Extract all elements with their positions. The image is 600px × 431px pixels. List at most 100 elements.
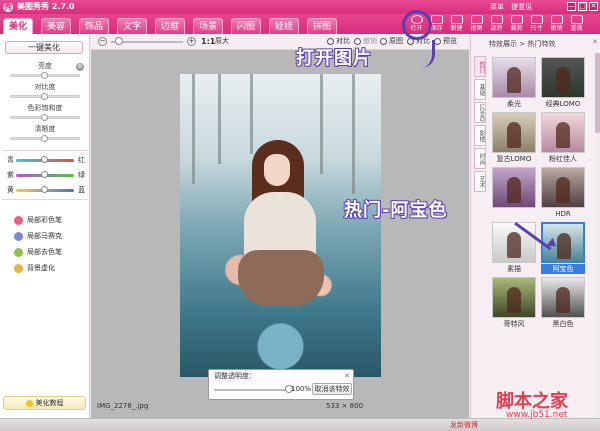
thumbnail-figure	[556, 287, 570, 313]
contrast-knob[interactable]	[41, 93, 48, 100]
saturation-slider[interactable]	[10, 114, 80, 121]
photo-tree	[250, 74, 253, 154]
background-blur[interactable]: 背景虚化	[14, 262, 55, 274]
brightness-label: 亮度	[38, 62, 52, 70]
tab-doll[interactable]: 娃娃	[269, 18, 300, 34]
zoom-in-button[interactable]: +	[187, 37, 196, 46]
contrast-label: 对比度	[34, 83, 56, 91]
saturation-knob[interactable]	[41, 114, 48, 121]
local-mosaic[interactable]: 局部马赛克	[14, 230, 62, 242]
effect-thumbnail	[541, 112, 585, 153]
photo-girl-face	[264, 154, 290, 186]
crop-button[interactable]: 裁剪	[508, 15, 525, 35]
app-window: 秀 美图秀秀 2.7.0 菜单 提意见 — □ ✕ 美化 美容 饰品 文字 边框…	[0, 0, 600, 431]
brightness-knob[interactable]	[41, 72, 48, 79]
undo-button[interactable]: 撤销	[548, 15, 565, 35]
tab-accessories[interactable]: 饰品	[79, 18, 110, 34]
side-tab-lomo[interactable]: LOMO	[474, 102, 486, 123]
yellow-label: 黄	[7, 186, 14, 194]
tab-frame[interactable]: 边框	[155, 18, 186, 34]
effect-retro-lomo[interactable]: 复古LOMO	[492, 112, 536, 164]
side-tab-fashion[interactable]: 时尚	[474, 148, 486, 169]
side-tab-hot[interactable]: 热门	[474, 56, 486, 77]
minimize-button[interactable]: —	[567, 2, 576, 11]
original-image-icon	[380, 37, 387, 45]
opacity-slider[interactable]	[214, 389, 289, 391]
redo-icon	[570, 15, 583, 24]
menu-link[interactable]: 菜单	[490, 3, 504, 11]
effect-classic-lomo[interactable]: 经典LOMO	[541, 57, 585, 109]
photo-preview[interactable]	[180, 74, 381, 377]
opacity-panel: 调整透明度： ✕ 100% 取消该特效	[208, 369, 354, 400]
effects-close-icon[interactable]: ✕	[592, 38, 598, 47]
preview-control[interactable]: 预览	[434, 36, 457, 47]
maximize-button[interactable]: □	[578, 2, 587, 11]
feedback-link[interactable]: 提意见	[511, 3, 532, 11]
purple-green-slider[interactable]	[16, 171, 74, 178]
saturation-label: 色彩饱和度	[27, 104, 63, 112]
weibo-link[interactable]: 发新微博	[450, 421, 478, 430]
zoom-out-button[interactable]: −	[98, 37, 107, 46]
cutout-button[interactable]: 抠图	[468, 15, 485, 35]
local-desaturate-pen[interactable]: 局部去色笔	[14, 246, 62, 258]
local-color-pen[interactable]: 局部彩色笔	[14, 214, 62, 226]
zoom-knob[interactable]	[114, 37, 123, 45]
tab-beauty[interactable]: 美化	[3, 18, 34, 34]
side-tab-basic[interactable]: 基础	[474, 79, 486, 100]
effect-pink-lady[interactable]: 粉红佳人	[541, 112, 585, 164]
tab-face[interactable]: 美容	[41, 18, 72, 34]
annotation-hot-abao: 热门-阿宝色	[343, 199, 448, 222]
effect-gothic[interactable]: 哥特风	[492, 277, 536, 329]
image-dimensions: 533 × 800	[326, 402, 364, 410]
app-title: 美图秀秀 2.7.0	[17, 2, 75, 11]
thumbnail-figure	[557, 233, 571, 259]
tab-text[interactable]: 文字	[117, 18, 148, 34]
side-tab-studio[interactable]: 影楼	[474, 125, 486, 146]
cyan-red-slider[interactable]	[16, 156, 74, 163]
sharpness-knob[interactable]	[41, 135, 48, 142]
sharpness-slider[interactable]	[10, 135, 80, 142]
effect-hdr[interactable]: HDR	[541, 167, 585, 219]
opacity-close-icon[interactable]: ✕	[344, 372, 350, 380]
redo-button[interactable]: 重做	[568, 15, 585, 35]
effect-thumbnail	[492, 277, 536, 318]
original-size-button[interactable]: 原大	[215, 36, 229, 47]
effect-thumbnail	[492, 112, 536, 153]
purple-green-knob[interactable]	[41, 171, 48, 178]
thumbnail-figure	[507, 177, 521, 203]
brightness-slider[interactable]	[10, 72, 80, 79]
original-image-control[interactable]: 原图	[380, 36, 403, 47]
left-panel: 一键美化 ⚙ 亮度 对比度 色彩饱和度 清晰度 青 红 紫 绿 黄 蓝 局部彩色…	[0, 34, 90, 418]
tutorial-button[interactable]: 美化教程	[3, 396, 86, 410]
cyan-red-row: 青 红	[2, 155, 88, 166]
effect-black-white[interactable]: 黑白色	[541, 277, 585, 329]
purple-green-row: 紫 绿	[2, 170, 88, 181]
side-tab-art[interactable]: 艺术	[474, 171, 486, 192]
effect-sketch[interactable]: 素描	[492, 222, 536, 274]
cyan-red-knob[interactable]	[41, 156, 48, 163]
effect-thumbnail	[541, 167, 585, 208]
thumbnail-figure	[507, 122, 521, 148]
resize-button[interactable]: 尺寸	[528, 15, 545, 35]
open-highlight-circle	[402, 10, 432, 40]
tab-flash[interactable]: 闪图	[231, 18, 262, 34]
top-links: 菜单 提意见	[490, 2, 537, 12]
tab-collage[interactable]: 拼图	[307, 18, 338, 34]
effect-soft-light[interactable]: 柔光	[492, 57, 536, 109]
rotate-button[interactable]: 旋转	[488, 15, 505, 35]
cancel-effect-button[interactable]: 取消该特效	[312, 383, 352, 395]
contrast-slider[interactable]	[10, 93, 80, 100]
effects-scrollbar[interactable]	[595, 53, 600, 418]
thumbnail-figure	[556, 122, 570, 148]
yellow-blue-slider[interactable]	[16, 186, 74, 193]
photo-tree	[218, 74, 221, 164]
effect-unlabeled[interactable]	[492, 167, 536, 219]
new-button[interactable]: 新建	[448, 15, 465, 35]
close-button[interactable]: ✕	[589, 2, 598, 11]
auto-beauty-button[interactable]: 一键美化	[5, 41, 83, 54]
tab-scene[interactable]: 场景	[193, 18, 224, 34]
effect-thumbnail	[541, 57, 585, 98]
sharpness-label: 清晰度	[34, 125, 56, 133]
scrollbar-thumb[interactable]	[595, 53, 600, 133]
yellow-blue-knob[interactable]	[41, 186, 48, 193]
